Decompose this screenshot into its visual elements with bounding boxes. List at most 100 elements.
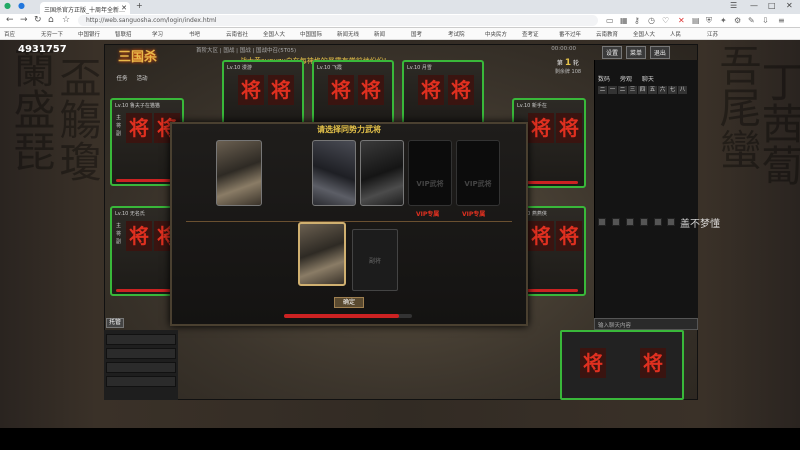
control-5-icon[interactable]: [653, 218, 662, 226]
bookmark-item[interactable]: 番不过年: [559, 30, 581, 38]
url-input[interactable]: http://web.sanguosha.com/login/index.htm…: [78, 15, 598, 26]
auto-play-button[interactable]: 托管: [106, 318, 124, 328]
tab-spectate[interactable]: 旁观: [620, 74, 632, 83]
dialog-title: 请选择同势力武将: [317, 124, 381, 134]
browser-tab[interactable]: 三国杀官方正版_十周年全新… ✕: [40, 2, 130, 14]
number-cell[interactable]: 四: [638, 86, 647, 94]
bookmark-item[interactable]: 云南省社: [226, 30, 248, 38]
seat-3[interactable]: Lv.10 漫游 将 将: [222, 60, 304, 126]
bookmark-item[interactable]: 书吧: [189, 30, 200, 38]
bookmark-item[interactable]: 中国银行: [78, 30, 100, 38]
timer-bar: [284, 314, 412, 318]
maximize-icon[interactable]: □: [768, 1, 776, 10]
bookmark-item[interactable]: 学习: [152, 30, 163, 38]
bookmark-item[interactable]: 查考证: [522, 30, 539, 38]
menu-button[interactable]: 菜单: [625, 46, 646, 59]
tools-icon[interactable]: ⚙: [734, 16, 741, 25]
number-cell[interactable]: 七: [668, 86, 677, 94]
new-tab-icon[interactable]: +: [136, 1, 143, 10]
control-2-icon[interactable]: [611, 218, 620, 226]
chat-input[interactable]: 输入聊天内容: [594, 318, 698, 330]
screen-icon[interactable]: ▭: [606, 16, 614, 25]
shield-icon[interactable]: ⛨: [706, 16, 712, 26]
bookmark-item[interactable]: 考试院: [448, 30, 465, 38]
side-menu: 任务 活动: [112, 74, 158, 82]
tab-chat[interactable]: 聊天: [642, 74, 654, 83]
bookmark-item[interactable]: 全国人大: [263, 30, 285, 38]
my-general-2: 将: [640, 348, 666, 378]
bookmark-item[interactable]: 全国人大: [633, 30, 655, 38]
star-icon[interactable]: ☆: [62, 15, 70, 25]
number-cell[interactable]: 一: [608, 86, 617, 94]
my-general-area: 将 将: [560, 330, 684, 400]
bookmark-item[interactable]: 中央民方: [485, 30, 507, 38]
seat-4[interactable]: Lv.10 飞霞 将 将: [312, 60, 394, 126]
general-card-option-1[interactable]: [312, 140, 356, 206]
my-general-1: 将: [580, 348, 606, 378]
home-icon[interactable]: ⌂: [48, 15, 54, 25]
download-icon[interactable]: ⇩: [762, 16, 769, 25]
bookmark-item[interactable]: 中国国际: [300, 30, 322, 38]
control-6-icon[interactable]: [667, 218, 676, 226]
seat-5[interactable]: Lv.10 月雪 将 将: [402, 60, 484, 126]
forward-icon[interactable]: →: [20, 15, 28, 25]
bookmark-item[interactable]: 云南教育: [596, 30, 618, 38]
deputy-general-slot[interactable]: 副将: [352, 229, 398, 291]
tab-title: 三国杀官方正版_十周年全新…: [44, 7, 126, 14]
number-cell[interactable]: 二: [598, 86, 607, 94]
bookmark-item[interactable]: 国考: [411, 30, 422, 38]
bookmark-item[interactable]: 智联招: [115, 30, 132, 38]
control-3-icon[interactable]: [625, 218, 634, 226]
reload-icon[interactable]: ↻: [34, 15, 42, 25]
general-card-main[interactable]: [216, 140, 262, 206]
vip-card-slot-1[interactable]: VIP武将: [408, 140, 452, 206]
bookmark-item[interactable]: 新闻无线: [337, 30, 359, 38]
close-tab-icon[interactable]: ✕: [121, 4, 127, 12]
control-4-icon[interactable]: [639, 218, 648, 226]
bookmark-item[interactable]: 无穷一下: [41, 30, 63, 38]
settings-button[interactable]: 设置: [602, 46, 623, 59]
extension-icon[interactable]: ✕: [678, 16, 685, 25]
number-cell[interactable]: 六: [658, 86, 667, 94]
key-icon[interactable]: ⚷: [634, 16, 640, 25]
equip-slot-2: [106, 348, 176, 359]
back-icon[interactable]: ←: [6, 15, 14, 25]
bookmark-icon[interactable]: ✎: [748, 16, 755, 25]
room-info-text: 首阶大区 | 国战 | 国战 | 国战中召(5T05): [196, 48, 297, 54]
right-panel-tabs: 数码 旁观 聊天: [598, 74, 694, 84]
minimize-icon[interactable]: —: [750, 1, 758, 10]
activity-button[interactable]: 活动: [132, 74, 152, 82]
game-logo: 三国杀: [118, 50, 158, 65]
control-1-icon[interactable]: [598, 218, 606, 226]
confirm-button[interactable]: 确定: [334, 297, 364, 308]
plugin-icon[interactable]: ✦: [720, 16, 727, 25]
close-window-icon[interactable]: ✕: [786, 1, 793, 10]
window-menu-icon[interactable]: ☰: [730, 1, 737, 10]
more-icon[interactable]: ≡: [778, 16, 785, 25]
tab-record[interactable]: 数码: [598, 74, 610, 83]
bookmark-item[interactable]: 百应: [4, 30, 15, 38]
selected-main-general[interactable]: [298, 222, 346, 286]
number-cell[interactable]: 三: [628, 86, 637, 94]
bookmark-item[interactable]: 人民: [670, 30, 681, 38]
general-card-option-2[interactable]: [360, 140, 404, 206]
bookmark-item[interactable]: 新闻: [374, 30, 385, 38]
number-cell[interactable]: 八: [678, 86, 687, 94]
number-cell[interactable]: 五: [648, 86, 657, 94]
vip-card-slot-2[interactable]: VIP武将: [456, 140, 500, 206]
history-icon[interactable]: ◷: [648, 16, 655, 25]
number-cell[interactable]: 二: [618, 86, 627, 94]
right-info-panel: [594, 60, 698, 330]
apps-icon[interactable]: ▤: [692, 16, 700, 25]
dialog-divider: [186, 221, 512, 222]
top-right-controls: 设置 菜单 退出: [600, 46, 696, 59]
taskbar-black: [0, 428, 800, 450]
watermark: 盖不梦懂: [680, 219, 720, 230]
clock: 00:00:00: [551, 46, 576, 52]
deck-count: 剩余牌 108: [554, 69, 582, 75]
exit-button[interactable]: 退出: [649, 46, 670, 59]
task-button[interactable]: 任务: [112, 74, 132, 82]
heart-icon[interactable]: ♡: [662, 16, 669, 25]
grid-icon[interactable]: ▦: [620, 16, 628, 25]
bookmark-item[interactable]: 江苏: [707, 30, 718, 38]
